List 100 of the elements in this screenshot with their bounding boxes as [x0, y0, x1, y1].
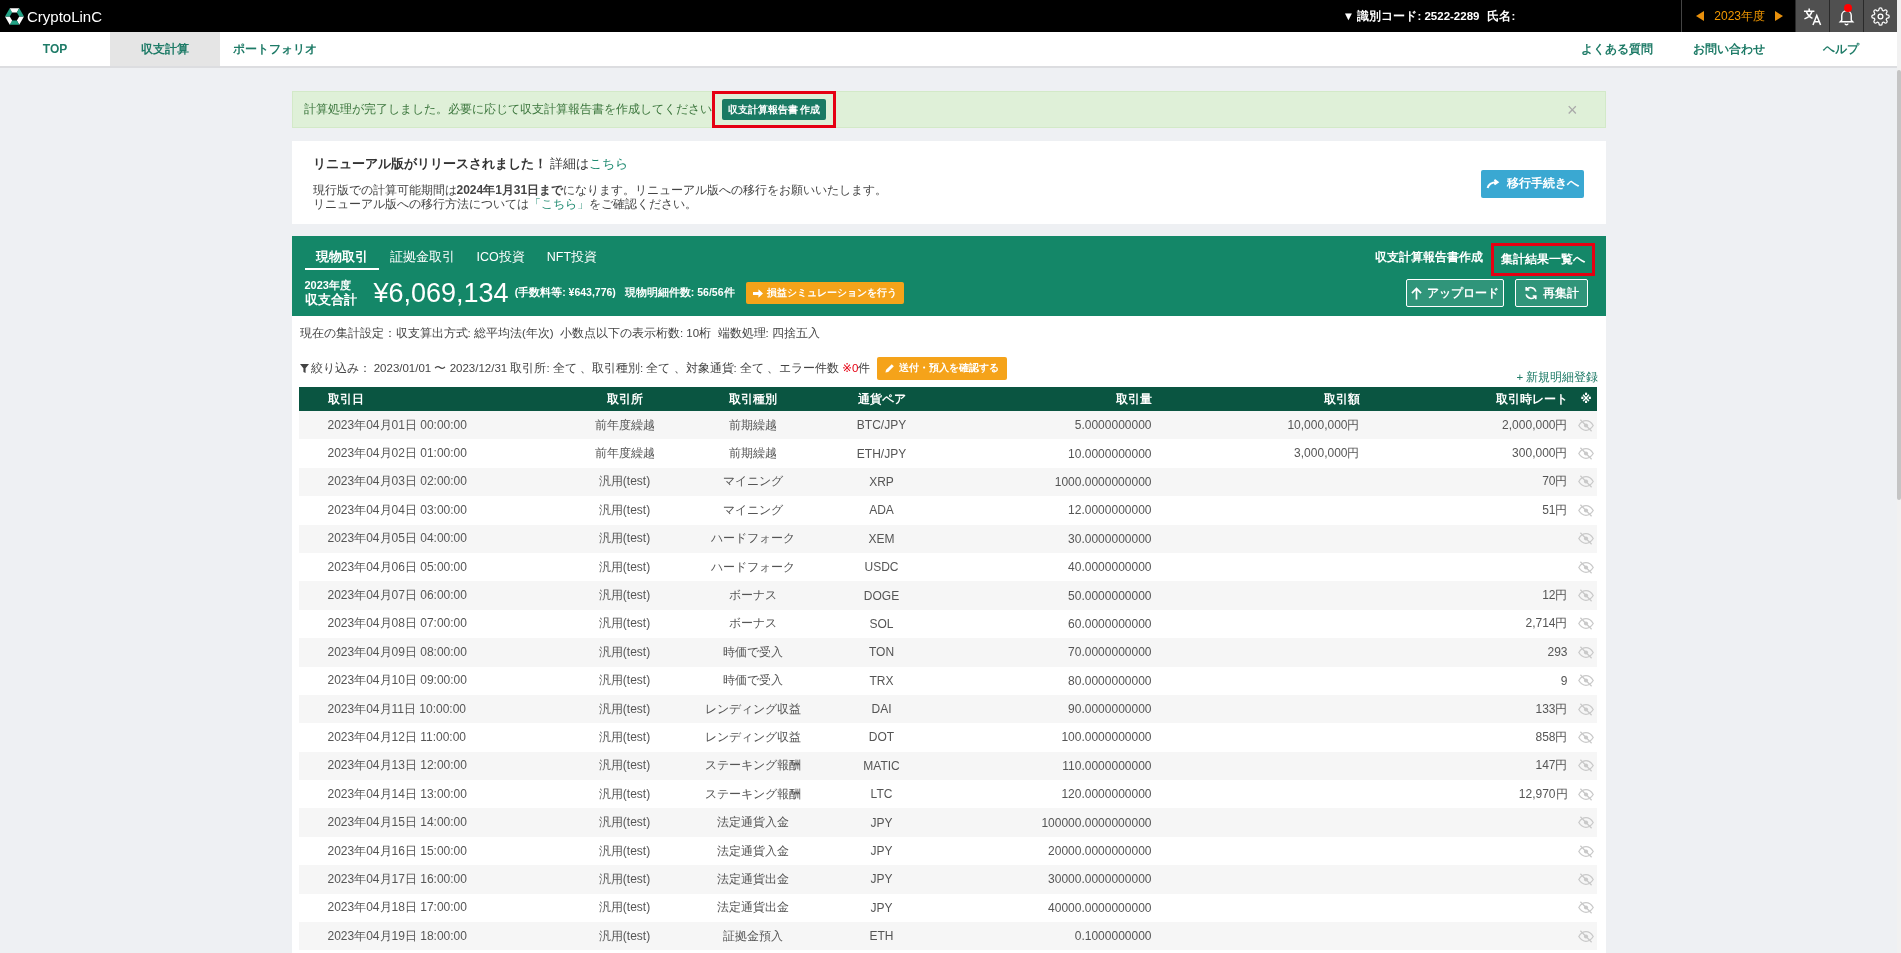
panel-tab[interactable]: NFT投資	[535, 236, 609, 270]
amount-cell-text: 10.0000000000	[1067, 446, 1153, 461]
nav-link[interactable]: お問い合わせ	[1673, 32, 1785, 66]
year-label: 2023年度	[304, 278, 352, 292]
total-amount: ¥6,069,134	[373, 279, 509, 307]
date-cell-text: 2023年04月16日 15:00:00	[326, 842, 468, 860]
amount-cell-text: 90.0000000000	[1067, 702, 1153, 717]
translate-icon	[1803, 6, 1822, 26]
exchange-cell-text: 汎用(test)	[597, 757, 652, 775]
eye-slash-icon[interactable]	[1578, 901, 1594, 915]
curved-arrow-icon	[1485, 178, 1501, 189]
new-entry-link[interactable]: + 新規明細登録	[1516, 370, 1599, 384]
panel-tab[interactable]: 現物取引	[304, 236, 379, 270]
eye-slash-icon[interactable]	[1578, 532, 1594, 546]
date-cell-text: 2023年04月12日 11:00:00	[326, 729, 468, 746]
eye-slash-icon[interactable]	[1578, 787, 1594, 801]
amount-cell-text: 80.0000000000	[1067, 673, 1153, 688]
amount-cell-text: 120.0000000000	[1060, 787, 1153, 802]
date-cell-text: 2023年04月14日 13:00:00	[326, 785, 468, 803]
pair-cell-text: ETH/JPY	[855, 446, 908, 461]
type-cell-text: マイニング	[721, 501, 784, 519]
pair-cell-text: USDC	[863, 560, 900, 575]
scrollbar-thumb[interactable]	[1897, 70, 1901, 500]
pair-cell-text: XRP	[868, 474, 895, 489]
pair-cell-text: JPY	[869, 815, 894, 830]
nav-tab[interactable]: TOP	[0, 32, 110, 66]
migration-link[interactable]: 「こちら」	[528, 197, 589, 211]
user-code[interactable]: ▼ 識別コード: 2522-2289	[1342, 8, 1480, 24]
migration-note: リニューアル版への移行方法については「こちら」をご確認ください。	[312, 197, 698, 211]
create-report-button[interactable]: 収支計算報告書 作成	[721, 99, 827, 120]
exchange-cell-text: 汎用(test)	[597, 587, 652, 605]
nav-link[interactable]: ヘルプ	[1785, 32, 1897, 66]
eye-slash-icon[interactable]	[1578, 929, 1594, 943]
eye-slash-icon[interactable]	[1578, 617, 1594, 631]
type-cell-text: ステーキング報酬	[703, 785, 802, 803]
next-year-button[interactable]	[1775, 11, 1783, 21]
upload-button[interactable]: アップロード	[1405, 279, 1504, 307]
eye-slash-icon[interactable]	[1578, 589, 1594, 603]
translate-button[interactable]	[1795, 0, 1829, 32]
exchange-cell-text: 汎用(test)	[597, 814, 652, 832]
rate-cell-text: 293	[1546, 645, 1569, 660]
logo-icon	[5, 6, 24, 26]
eye-slash-icon[interactable]	[1578, 475, 1594, 489]
rate-cell-text: 12,970円	[1517, 785, 1569, 803]
pair-cell-text: ETH	[868, 929, 895, 944]
eye-slash-icon[interactable]	[1578, 759, 1594, 773]
date-cell-text: 2023年04月09日 08:00:00	[326, 643, 468, 661]
column-header: 取引種別	[727, 391, 778, 407]
alert-message: 計算処理が完了しました。必要に応じて収支計算報告書を作成してください	[303, 101, 712, 118]
report-link[interactable]: 収支計算報告書作成	[1374, 250, 1483, 265]
results-link[interactable]: 集計結果一覧へ	[1500, 252, 1585, 267]
amount-cell-text: 70.0000000000	[1067, 645, 1153, 660]
column-header: 通貨ペア	[856, 391, 907, 407]
previous-year-button[interactable]	[1696, 11, 1705, 21]
type-cell-text: ステーキング報酬	[703, 757, 802, 775]
eye-slash-icon[interactable]	[1578, 816, 1594, 830]
amount-cell-text: 1000.0000000000	[1053, 474, 1153, 489]
pair-cell-text: DOGE	[862, 588, 901, 603]
exchange-cell-text: 前年度繰越	[593, 445, 656, 463]
eye-slash-icon[interactable]	[1578, 560, 1594, 574]
type-cell-text: 法定通貨出金	[715, 870, 790, 888]
exchange-cell-text: 汎用(test)	[597, 501, 652, 519]
eye-slash-icon[interactable]	[1578, 503, 1594, 517]
value-cell-text: 10,000,000円	[1286, 416, 1361, 434]
recalculate-button[interactable]: 再集計	[1514, 279, 1588, 307]
date-cell-text: 2023年04月07日 06:00:00	[326, 587, 468, 605]
type-cell-text: 証拠金預入	[721, 927, 784, 945]
exchange-cell-text: 汎用(test)	[597, 473, 652, 491]
type-cell-text: レンディング収益	[703, 729, 802, 746]
nav-tab[interactable]: ポートフォリオ	[220, 32, 330, 66]
migration-button[interactable]: 移行手続きへ	[1480, 169, 1584, 198]
pair-cell-text: DAI	[870, 702, 893, 717]
eye-slash-icon[interactable]	[1578, 872, 1594, 886]
eye-slash-icon[interactable]	[1578, 674, 1594, 688]
pair-cell-text: TRX	[868, 673, 895, 688]
exchange-cell-text: 汎用(test)	[597, 870, 652, 888]
type-cell-text: ハードフォーク	[709, 530, 796, 548]
date-cell-text: 2023年04月10日 09:00:00	[326, 672, 468, 690]
amount-cell-text: 100000.0000000000	[1040, 815, 1153, 830]
settings-icon	[1871, 6, 1890, 26]
aggregation-settings: 現在の集計設定：収支算出方式: 総平均法(年次) 小数点以下の表示桁数: 10桁 端数処理: 四捨五入	[298, 326, 821, 340]
nav-tab[interactable]: 収支計算	[110, 32, 220, 66]
eye-slash-icon[interactable]	[1578, 731, 1594, 744]
panel-tab[interactable]: ICO投資	[465, 236, 536, 270]
settings-button[interactable]	[1863, 0, 1897, 32]
eye-slash-icon[interactable]	[1578, 702, 1594, 716]
notifications-button[interactable]	[1829, 0, 1863, 32]
value-cell-text: 3,000,000円	[1293, 445, 1361, 463]
eye-slash-icon[interactable]	[1578, 844, 1594, 858]
amount-cell-text: 40000.0000000000	[1047, 900, 1153, 915]
type-cell-text: マイニング	[721, 473, 784, 491]
exchange-cell-text: 汎用(test)	[597, 700, 652, 718]
amount-cell-text: 30.0000000000	[1067, 531, 1153, 546]
panel-tab[interactable]: 証拠金取引	[378, 236, 466, 270]
eye-slash-icon[interactable]	[1578, 418, 1594, 432]
details-link[interactable]: こちら	[589, 157, 628, 171]
nav-link[interactable]: よくある質問	[1561, 32, 1673, 66]
eye-slash-icon[interactable]	[1578, 447, 1594, 461]
eye-slash-icon[interactable]	[1578, 645, 1594, 659]
pair-cell-text: TON	[867, 645, 896, 660]
